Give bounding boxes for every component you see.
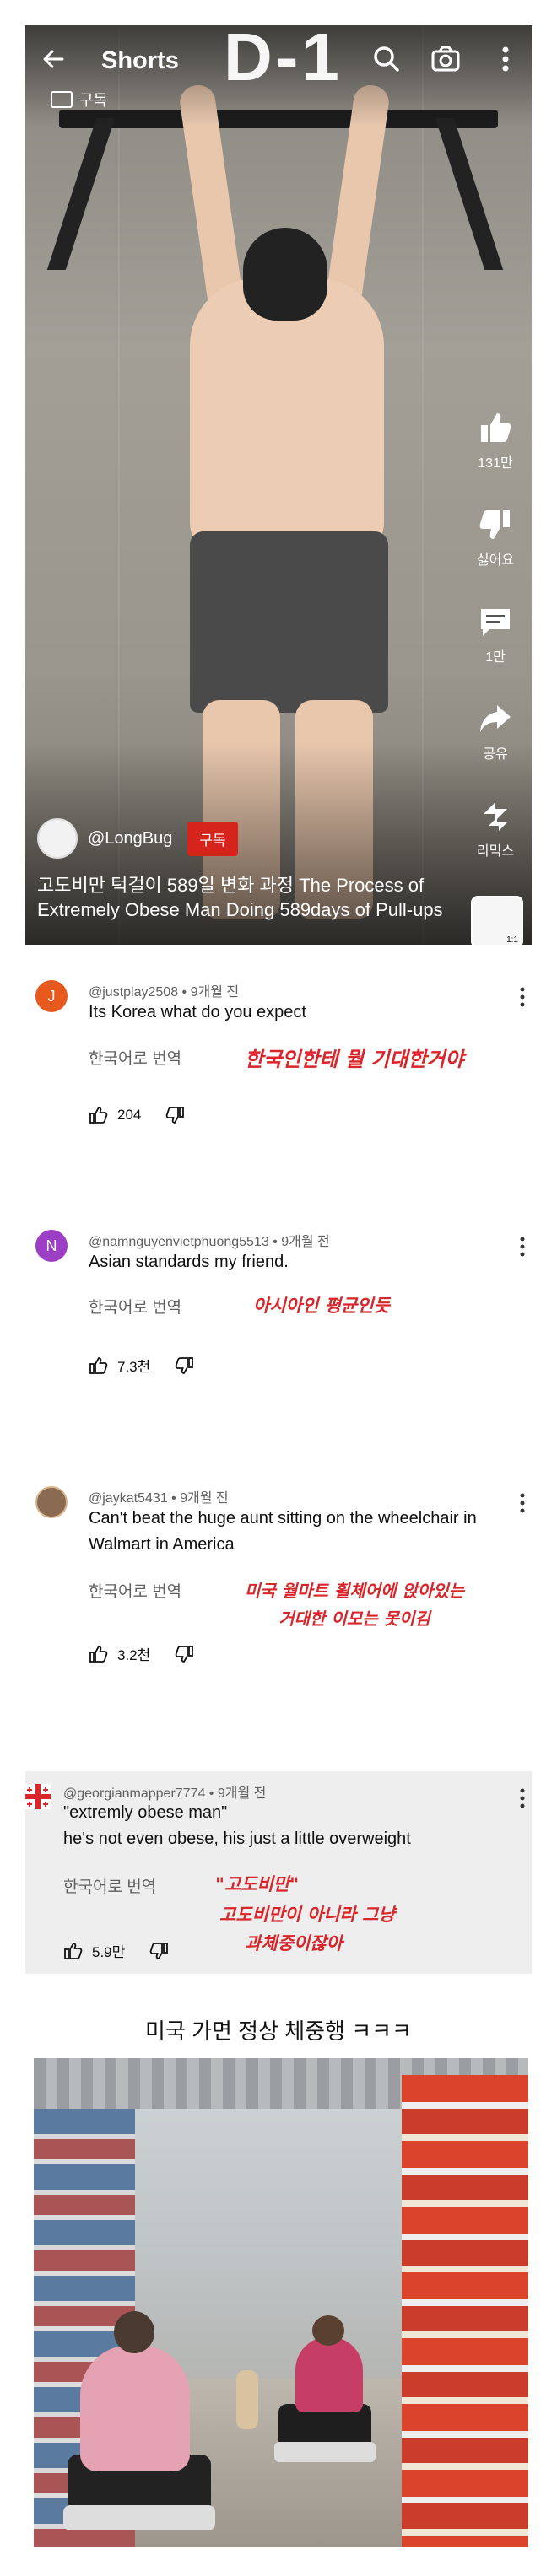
translate-link[interactable]: 한국어로 번역 [89,1046,181,1069]
comment-icon [481,609,510,636]
walmart-aisle-photo [34,2058,528,2547]
like-count: 7.3천 [117,1359,151,1375]
comment-text-line: "extremly obese man" [63,1803,228,1822]
remix-button[interactable]: 리믹스 [464,797,527,860]
translation-note: 아시아인 평균인듯 [253,1296,390,1316]
georgia-flag-icon [25,1784,51,1809]
comment-meta: @namnguyenvietphuong5513 • 9개월 전 [89,1235,330,1249]
share-button[interactable]: 공유 [464,700,527,763]
remix-label: 리믹스 [476,844,515,859]
thumbs-up-icon[interactable] [89,1355,109,1376]
comment-actions: 5.9만 [63,1940,169,1961]
mobility-scooter-base [63,2505,215,2530]
thumbs-up-icon[interactable] [89,1105,109,1125]
comment-actions: 204 [89,1105,185,1125]
subscriptions-icon [51,91,73,108]
comment-actions: 3.2천 [89,1643,194,1664]
shorts-topbar: D-1 Shorts [25,25,532,94]
like-count: 204 [117,1107,142,1123]
dislike-button[interactable]: 싫어요 [464,506,527,569]
thumbs-down-icon[interactable] [165,1105,185,1125]
like-count: 131만 [478,456,513,471]
commenter-avatar-letter: N [46,1237,57,1254]
thumbs-down-icon[interactable] [149,1941,169,1961]
more-vert-icon[interactable] [518,1235,527,1258]
commenter-avatar[interactable]: N [35,1230,68,1262]
channel-name[interactable]: @LongBug [88,829,172,849]
like-button[interactable]: 131만 [464,409,527,472]
photo-caption: 미국 가면 정상 체중행 ㅋㅋㅋ [145,2018,412,2044]
translation-note-line: 거대한 이모는 못이김 [278,1609,430,1629]
comment-text: "extremly obese man" he's not even obese… [63,1800,502,1852]
pullup-bracket [46,118,116,270]
person-head [243,228,327,321]
channel-avatar[interactable] [37,818,78,859]
translation-note: 미국 월마트 휠체어에 앉아있는 거대한 이모는 못이김 [219,1577,489,1630]
sound-thumbnail-label: 1:1 [506,935,518,945]
thumbs-up-icon[interactable] [89,1644,109,1664]
more-vert-icon[interactable] [518,1491,527,1515]
share-icon [480,705,511,732]
thumbs-up-icon[interactable] [63,1941,84,1961]
like-count: 5.9만 [92,1944,126,1960]
comment-text: Can't beat the huge aunt sitting on the … [89,1509,477,1554]
dislike-label: 싫어요 [476,553,515,568]
sound-thumbnail[interactable]: 1:1 [471,896,523,945]
comment-text: Asian standards my friend. [89,1253,289,1271]
shopper-figure [80,2345,190,2471]
like-count: 3.2천 [117,1647,151,1663]
translation-note-line: 과체중이잖아 [245,1933,343,1954]
remix-icon [484,802,507,831]
shopper-head [114,2311,154,2353]
mobility-scooter-base [274,2442,376,2462]
shorts-video-panel[interactable]: D-1 Shorts 구독 131만 싫어요 1만 공유 리믹스 @LongBu… [25,25,532,945]
comments-button[interactable]: 1만 [464,603,527,666]
back-arrow-icon[interactable] [37,42,71,76]
translation-note-line: "고도비만" [215,1874,300,1894]
translate-link[interactable]: 한국어로 번역 [63,1874,156,1897]
more-vert-icon[interactable] [518,1786,527,1810]
background-letters: D-1 [224,25,343,94]
video-title[interactable]: 고도비만 턱걸이 589일 변화 과정 The Process of Extre… [37,873,476,922]
comment-meta: @jaykat5431 • 9개월 전 [89,1491,229,1506]
subscribe-button[interactable]: 구독 [187,821,238,856]
commenter-avatar-letter: J [47,988,56,1005]
translation-note: "고도비만" 고도비만이 아니라 그냥 과체중이잖아 [207,1871,460,1955]
translate-link[interactable]: 한국어로 번역 [89,1579,181,1602]
person-shorts [190,531,388,713]
commenter-avatar[interactable] [35,1486,68,1518]
translation-note-line: 미국 월마트 휠체어에 앉아있는 [244,1581,465,1601]
thumbs-down-icon[interactable] [174,1644,194,1664]
comment-text-line: he's not even obese, his just a little o… [63,1830,411,1848]
translate-link[interactable]: 한국어로 번역 [89,1295,181,1318]
commenter-avatar[interactable]: J [35,980,68,1012]
camera-icon[interactable] [429,42,462,76]
right-shelf [402,2075,528,2547]
search-icon[interactable] [370,42,403,76]
more-vert-icon[interactable] [493,42,518,76]
shopper-head [312,2315,344,2346]
comment-actions: 7.3천 [89,1355,194,1376]
comment-count: 1만 [485,650,506,665]
comment-meta: @georgianmapper7774 • 9개월 전 [63,1786,267,1801]
thumbs-up-icon [481,413,511,442]
comment-meta: @justplay2508 • 9개월 전 [89,985,240,1000]
shopper-figure [295,2336,363,2412]
subscriptions-label: 구독 [79,92,108,109]
share-label: 공유 [483,747,508,762]
subscriptions-chip[interactable]: 구독 [51,89,107,110]
comment-text: Its Korea what do you expect [89,1003,306,1021]
translation-note-line: 고도비만이 아니라 그냥 [219,1905,395,1925]
translation-note: 한국인한테 뭘 기대한거야 [245,1048,464,1071]
pullup-bracket [435,118,504,270]
thumbs-down-icon[interactable] [174,1355,194,1376]
child-figure [236,2370,258,2429]
more-vert-icon[interactable] [518,985,527,1009]
thumbs-down-icon [479,510,510,539]
page-title: Shorts [101,47,179,74]
channel-row: @LongBug 구독 [37,818,238,859]
